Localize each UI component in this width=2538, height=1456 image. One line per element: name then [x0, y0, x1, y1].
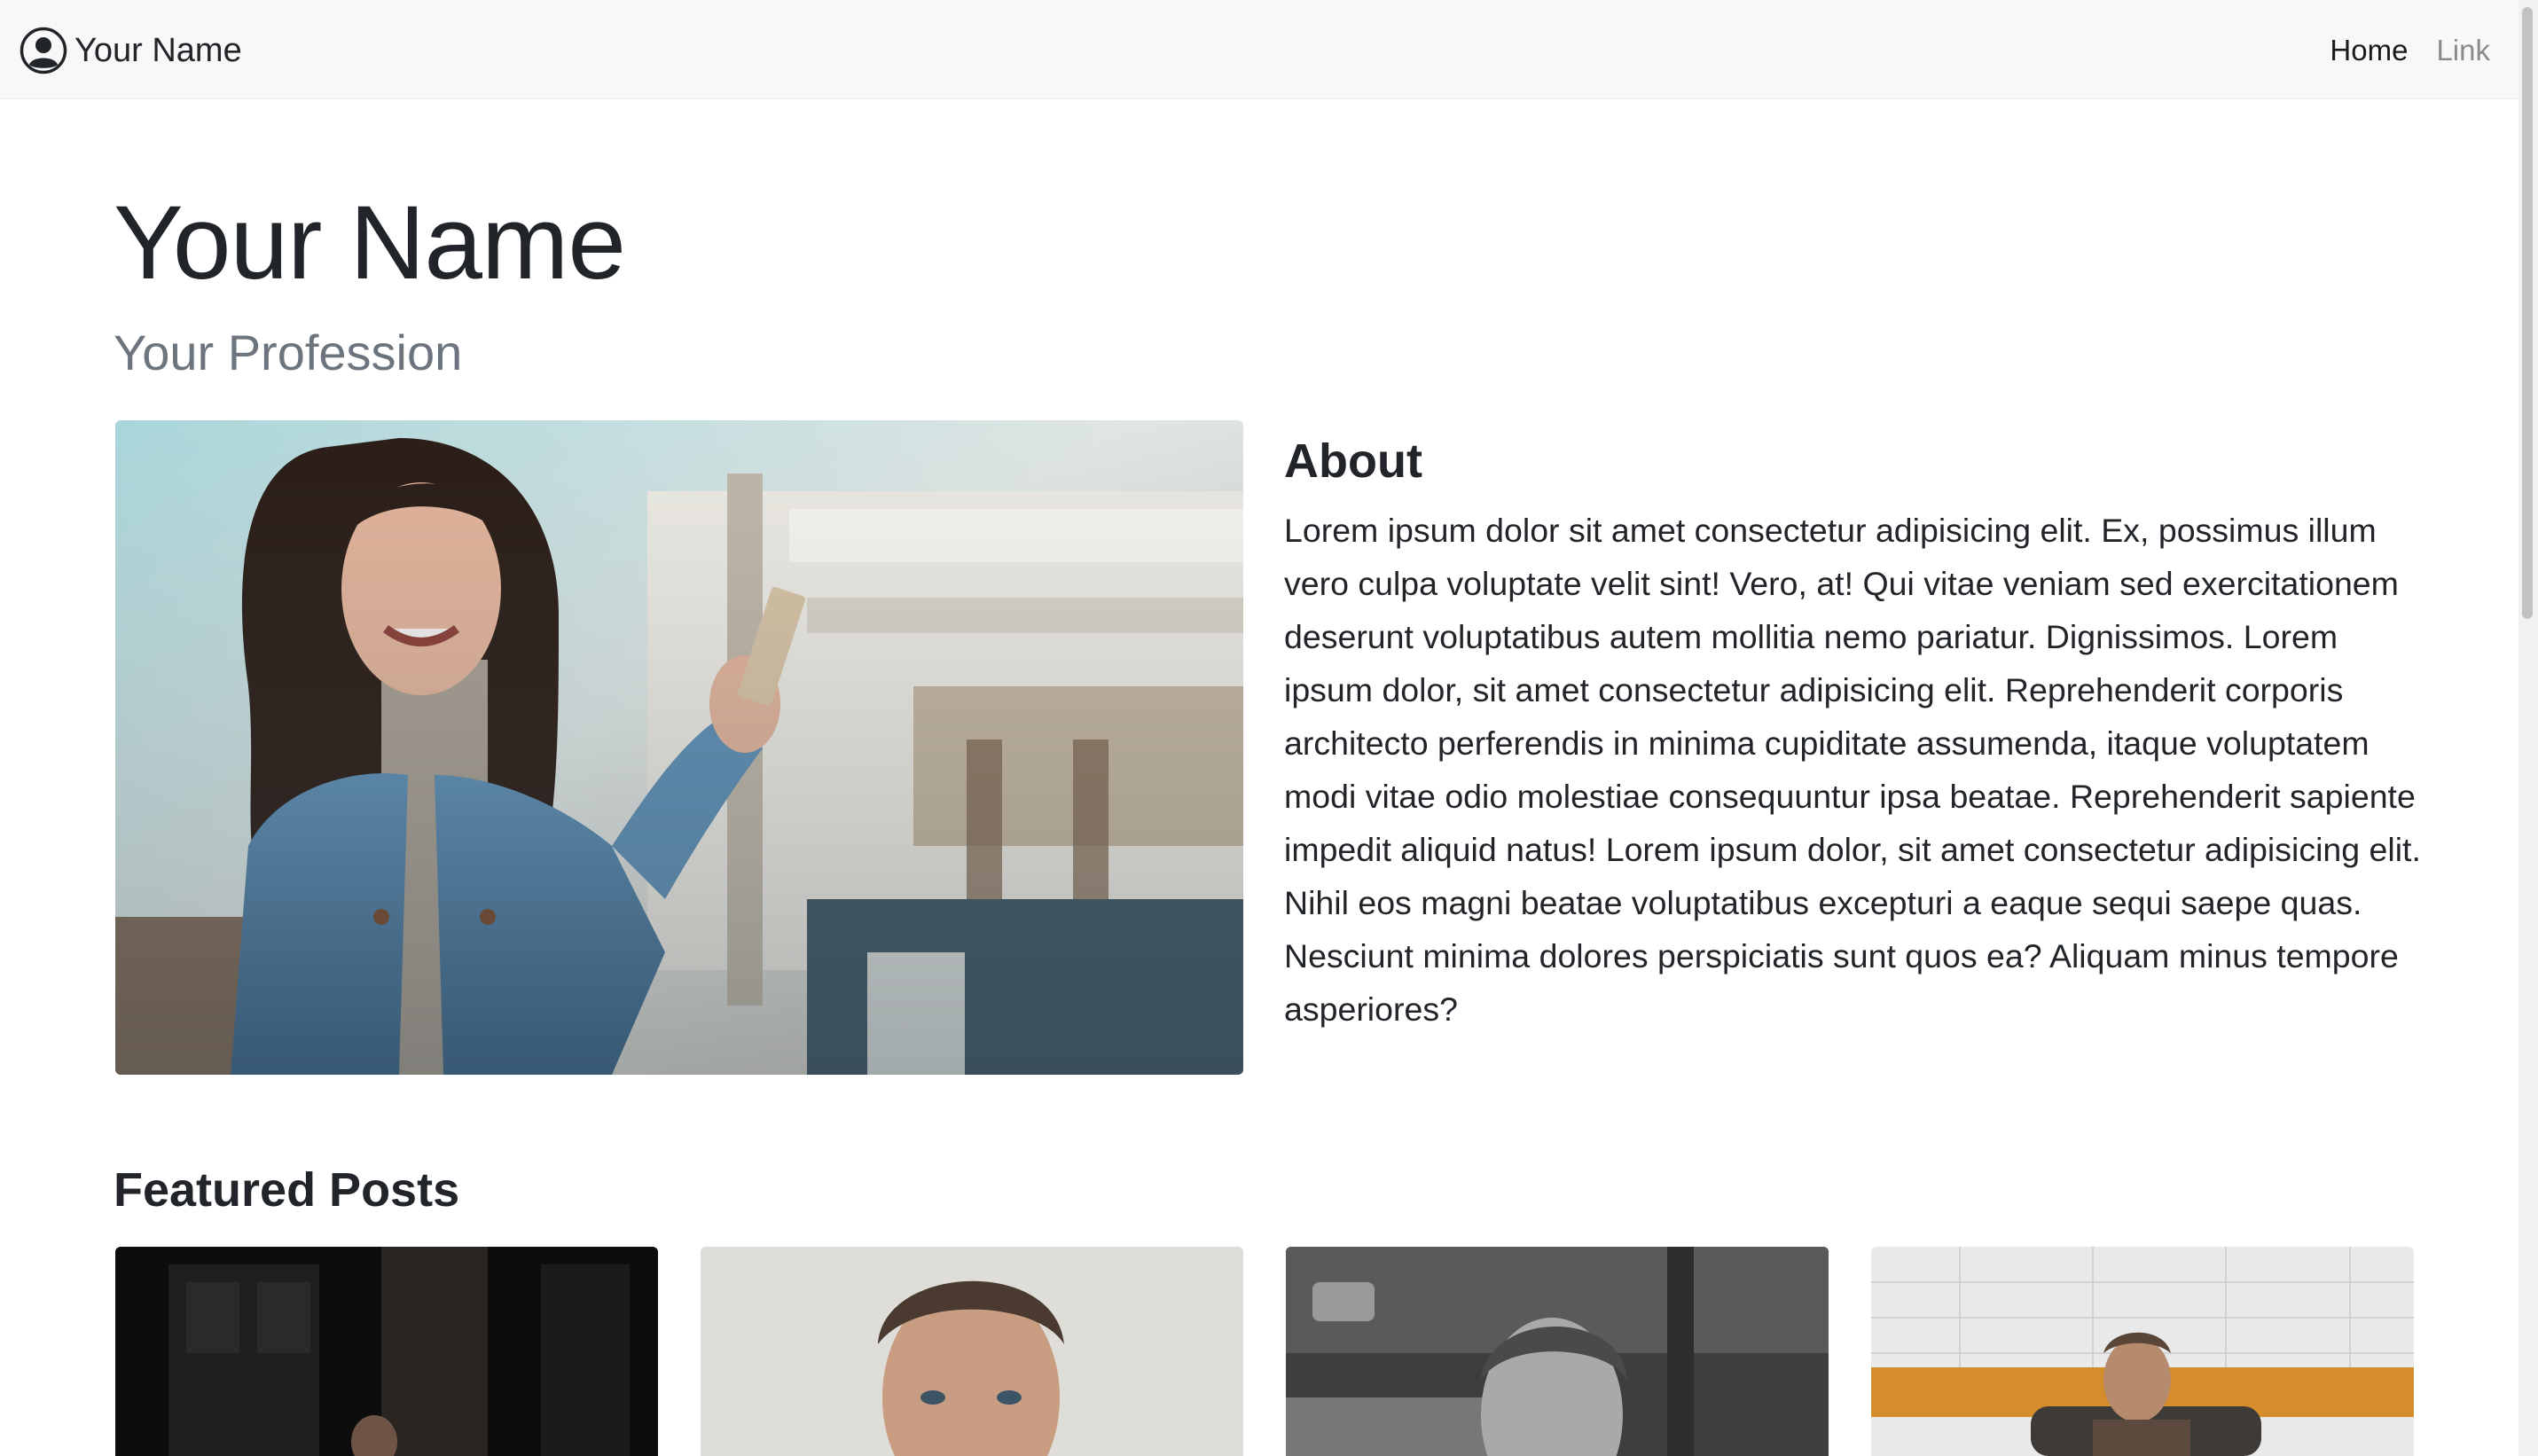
navbar-brand[interactable]: Your Name [20, 24, 242, 77]
nav-link-link[interactable]: Link [2436, 34, 2490, 67]
featured-post-card[interactable] [1286, 1247, 1829, 1456]
navbar-brand-label: Your Name [74, 31, 242, 69]
scrollbar-thumb[interactable] [2522, 7, 2533, 619]
page-scrollbar[interactable] [2518, 0, 2538, 1456]
page-subtitle: Your Profession [114, 325, 463, 380]
about-heading: About [1284, 434, 1422, 488]
featured-post-image [701, 1247, 1243, 1456]
featured-post-image [115, 1247, 658, 1456]
featured-post-card[interactable] [115, 1247, 658, 1456]
nav-links: Home Link [2301, 24, 2490, 77]
featured-heading: Featured Posts [114, 1163, 460, 1217]
user-circle-icon [20, 27, 67, 74]
about-text: Lorem ipsum dolor sit amet consectetur a… [1284, 512, 2421, 1028]
hero-image [115, 420, 1243, 1075]
nav-link-home[interactable]: Home [2330, 34, 2408, 67]
featured-post-image [1871, 1247, 2414, 1456]
page: Your Name Home Link Your Name Your Profe… [0, 0, 2538, 1456]
featured-post-image [1286, 1247, 1829, 1456]
featured-post-card[interactable] [701, 1247, 1243, 1456]
page-title: Your Name [114, 184, 626, 301]
featured-post-card[interactable] [1871, 1247, 2414, 1456]
navbar: Your Name Home Link [0, 0, 2518, 99]
